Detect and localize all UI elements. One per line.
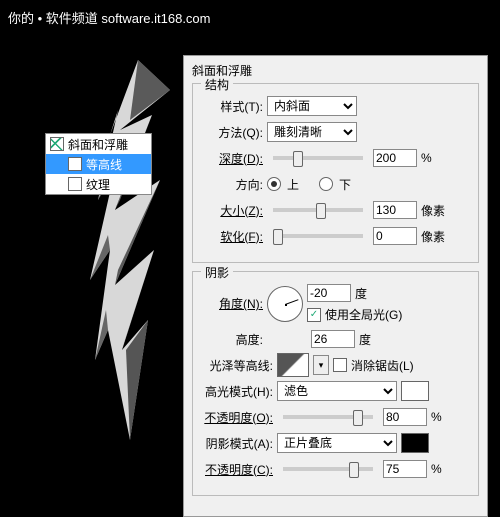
size-slider[interactable] xyxy=(273,208,363,212)
angle-widget[interactable] xyxy=(267,286,303,322)
angle-input[interactable] xyxy=(307,284,351,302)
direction-down-radio[interactable] xyxy=(319,177,333,191)
angle-unit: 度 xyxy=(355,285,367,302)
group-shading-title: 阴影 xyxy=(201,264,233,281)
dialog-title: 斜面和浮雕 xyxy=(192,62,479,79)
group-structure-title: 结构 xyxy=(201,76,233,93)
soften-input[interactable] xyxy=(373,227,417,245)
altitude-label: 高度: xyxy=(201,331,263,348)
group-shading: 阴影 角度(N): 度 使用全局光(G) 高度: 度 光泽等高线: xyxy=(192,271,479,496)
depth-input[interactable] xyxy=(373,149,417,167)
highlight-opacity-label: 不透明度(O): xyxy=(201,409,273,426)
shadow-opacity-slider[interactable] xyxy=(283,467,373,471)
effects-layer-list: 斜面和浮雕 等高线 纹理 xyxy=(45,133,152,195)
watermark-text: 你的 • 软件频道 software.it168.com xyxy=(8,8,211,27)
shadow-opacity-input[interactable] xyxy=(383,460,427,478)
soften-unit: 像素 xyxy=(421,228,445,245)
angle-label: 角度(N): xyxy=(201,295,263,312)
size-input[interactable] xyxy=(373,201,417,219)
effect-texture[interactable]: 纹理 xyxy=(46,174,151,194)
effect-contour[interactable]: 等高线 xyxy=(46,154,151,174)
style-label: 样式(T): xyxy=(201,98,263,115)
altitude-input[interactable] xyxy=(311,330,355,348)
antialias-label: 消除锯齿(L) xyxy=(351,357,414,374)
layer-style-dialog: 斜面和浮雕 结构 样式(T): 内斜面 方法(Q): 雕刻清晰 深度(D): %… xyxy=(183,55,488,517)
direction-label: 方向: xyxy=(201,176,263,193)
highlight-opacity-unit: % xyxy=(431,410,442,424)
soften-slider[interactable] xyxy=(273,234,363,238)
style-select[interactable]: 内斜面 xyxy=(267,96,357,116)
group-structure: 结构 样式(T): 内斜面 方法(Q): 雕刻清晰 深度(D): % 方向: 上… xyxy=(192,83,479,263)
global-light-label: 使用全局光(G) xyxy=(325,306,402,323)
size-label: 大小(Z): xyxy=(201,202,263,219)
label: 斜面和浮雕 xyxy=(68,136,128,153)
gloss-contour-swatch[interactable] xyxy=(277,353,309,377)
effect-bevel-emboss[interactable]: 斜面和浮雕 xyxy=(46,134,151,154)
altitude-unit: 度 xyxy=(359,331,371,348)
soften-label: 软化(F): xyxy=(201,228,263,245)
global-light-checkbox[interactable] xyxy=(307,308,321,322)
direction-up-radio[interactable] xyxy=(267,177,281,191)
label: 等高线 xyxy=(86,156,122,173)
artwork-preview xyxy=(60,50,200,450)
highlight-mode-label: 高光模式(H): xyxy=(201,383,273,400)
highlight-color-swatch[interactable] xyxy=(401,381,429,401)
label: 纹理 xyxy=(86,176,110,193)
shadow-opacity-unit: % xyxy=(431,462,442,476)
antialias-checkbox[interactable] xyxy=(333,358,347,372)
shadow-color-swatch[interactable] xyxy=(401,433,429,453)
shadow-mode-select[interactable]: 正片叠底 xyxy=(277,433,397,453)
size-unit: 像素 xyxy=(421,202,445,219)
shadow-mode-label: 阴影模式(A): xyxy=(201,435,273,452)
depth-unit: % xyxy=(421,151,432,165)
direction-up-label: 上 xyxy=(287,176,299,193)
direction-down-label: 下 xyxy=(339,176,351,193)
depth-label: 深度(D): xyxy=(201,150,263,167)
highlight-opacity-input[interactable] xyxy=(383,408,427,426)
depth-slider[interactable] xyxy=(273,156,363,160)
technique-select[interactable]: 雕刻清晰 xyxy=(267,122,357,142)
shadow-opacity-label: 不透明度(C): xyxy=(201,461,273,478)
technique-label: 方法(Q): xyxy=(201,124,263,141)
highlight-opacity-slider[interactable] xyxy=(283,415,373,419)
gloss-contour-dropdown[interactable]: ▾ xyxy=(313,355,329,375)
gloss-label: 光泽等高线: xyxy=(201,357,273,374)
highlight-mode-select[interactable]: 滤色 xyxy=(277,381,397,401)
